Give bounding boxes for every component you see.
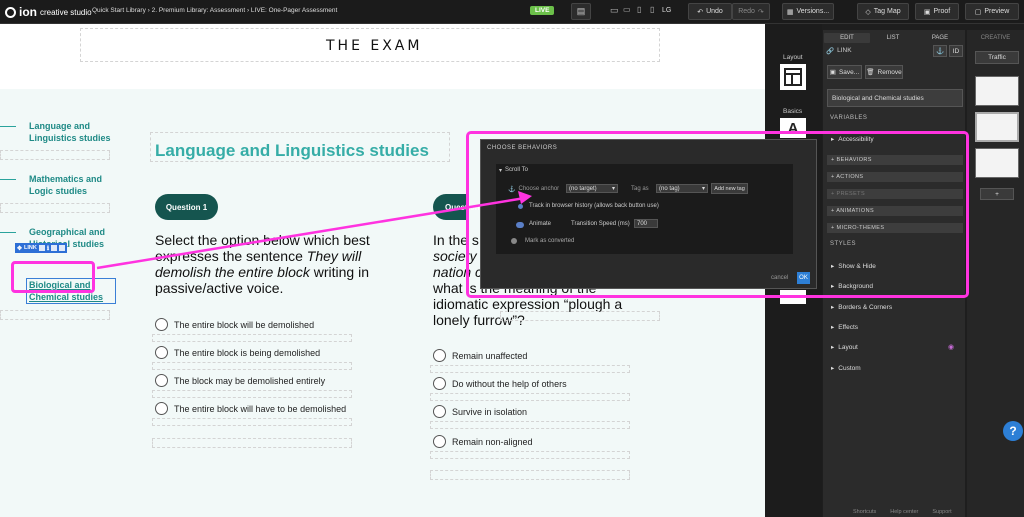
help-button[interactable]: ? bbox=[1003, 421, 1023, 441]
help-center-link[interactable]: Help center bbox=[890, 509, 918, 515]
shortcuts-link[interactable]: Shortcuts bbox=[853, 509, 876, 515]
support-link[interactable]: Support bbox=[932, 509, 951, 515]
arrow-line bbox=[96, 196, 526, 270]
panel-footer: Shortcuts Help center Support bbox=[823, 506, 1024, 517]
annotation-arrow bbox=[96, 191, 532, 270]
arrow-head bbox=[518, 191, 532, 204]
